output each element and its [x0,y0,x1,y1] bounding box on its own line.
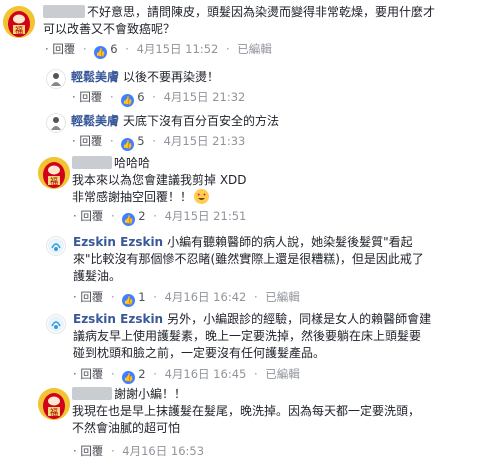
separator-dot: · [110,209,115,223]
comment-actions: · 回覆 · 4月16日 16:53 [73,443,204,459]
comment-actions: · 回覆 · 👍 6 · 4月15日 11:52 · 已編輯 [45,41,272,59]
timestamp[interactable]: 4月16日 16:45 [165,367,247,381]
reply-actions: · 回覆 · 👍 5 · 4月15日 21:33 [72,133,245,151]
timestamp[interactable]: 4月15日 21:32 [164,90,246,104]
avatar[interactable]: 福 [3,6,35,38]
separator-dot: · [82,42,87,56]
thumbs-up-icon[interactable]: 👍 [122,371,136,384]
like-count[interactable]: 5 [137,134,144,148]
separator-dot: · [73,367,77,381]
edited-label[interactable]: 已編輯 [237,42,272,56]
comment-text: 哈哈哈 我本來以為您會建議我剪掉 XDD 非常感謝抽空回覆！！ [72,156,247,204]
separator-dot: · [73,209,77,223]
svg-text:福: 福 [50,408,58,417]
reply-author[interactable]: 輕鬆美膚 [71,70,119,84]
avatar[interactable]: 福 [38,157,70,189]
reply-link[interactable]: 回覆 [80,290,103,304]
svg-text:福: 福 [15,26,23,35]
like-count[interactable]: 1 [138,290,145,304]
avatar[interactable]: 福 [38,388,70,420]
comment-actions: · 回覆 · 👍 2 · 4月16日 16:45 · 已編輯 [73,366,300,384]
edited-label[interactable]: 已編輯 [265,367,300,381]
page-avatar[interactable] [46,113,66,133]
timestamp[interactable]: 4月15日 11:52 [137,42,219,56]
separator-dot: · [73,444,77,458]
like-count[interactable]: 6 [110,42,117,56]
separator-dot: · [110,444,115,458]
like-count[interactable]: 2 [138,209,145,223]
timestamp[interactable]: 4月15日 21:51 [165,209,247,223]
blurred-author-name[interactable] [72,156,112,169]
separator-dot: · [153,290,157,304]
separator-dot: · [109,90,114,104]
reply-author[interactable]: 輕鬆美膚 [71,114,119,128]
separator-dot: · [72,134,76,148]
separator-dot: · [153,209,157,223]
thumbs-up-icon[interactable]: 👍 [122,294,136,307]
reply-link[interactable]: 回覆 [79,134,102,148]
like-count[interactable]: 6 [137,90,144,104]
separator-dot: · [45,42,49,56]
separator-dot: · [153,367,157,381]
separator-dot: · [73,290,77,304]
blurred-author-name[interactable] [43,5,85,18]
separator-dot: · [253,290,258,304]
reply-text: 輕鬆美膚 以後不要再染燙！ [71,70,220,84]
thumbs-up-icon[interactable]: 👍 [122,213,136,226]
separator-dot: · [125,42,129,56]
reply-link[interactable]: 回覆 [80,367,103,381]
timestamp[interactable]: 4月15日 21:33 [164,134,246,148]
timestamp[interactable]: 4月16日 16:53 [122,444,204,458]
comment-author[interactable]: Ezskin Ezskin [73,235,163,249]
smiling-heart-eyes-icon [194,189,210,204]
reply-link[interactable]: 回覆 [79,90,102,104]
reply-actions: · 回覆 · 👍 6 · 4月15日 21:32 [72,89,245,107]
comment-text: Ezskin Ezskin 小編有聽賴醫師的病人說，她染髮後髮質"看起 來"比較沒… [73,235,424,283]
separator-dot: · [72,90,76,104]
comment-actions: · 回覆 · 👍 1 · 4月16日 16:42 · 已編輯 [73,289,300,307]
separator-dot: · [110,367,115,381]
page-avatar[interactable] [46,69,66,89]
page-avatar[interactable] [46,314,66,334]
separator-dot: · [253,367,258,381]
reply-link[interactable]: 回覆 [52,42,75,56]
thumbs-up-icon[interactable]: 👍 [121,94,135,107]
reply-link[interactable]: 回覆 [80,444,103,458]
comment-text: 謝謝小編！！ 我現在也是早上抹護髮在髮尾，晚洗掉。因為每天都一定要洗頭， 不然會… [72,387,421,435]
reply-text: 輕鬆美膚 天底下沒有百分百安全的方法 [71,114,280,128]
comment-actions: · 回覆 · 👍 2 · 4月15日 21:51 [73,208,246,226]
blurred-author-name[interactable] [72,387,112,400]
comment-author[interactable]: Ezskin Ezskin [73,312,163,326]
edited-label[interactable]: 已編輯 [265,290,300,304]
separator-dot: · [152,90,156,104]
page-avatar[interactable] [46,236,66,256]
separator-dot: · [109,134,114,148]
comment-text: 不好意思，請問陳皮，頭髮因為染燙而變得非常乾燥，要用什麼才 可以改善又不會致癌呢… [43,5,436,36]
svg-text:福: 福 [50,177,58,186]
separator-dot: · [225,42,230,56]
separator-dot: · [110,290,115,304]
reply-link[interactable]: 回覆 [80,209,103,223]
timestamp[interactable]: 4月16日 16:42 [165,290,247,304]
comment-text: Ezskin Ezskin 另外，小編跟診的經驗，同樣是女人的賴醫師會建 議病友早… [73,312,432,360]
thumbs-up-icon[interactable]: 👍 [94,46,108,59]
like-count[interactable]: 2 [138,367,145,381]
thumbs-up-icon[interactable]: 👍 [121,138,135,151]
separator-dot: · [152,134,156,148]
